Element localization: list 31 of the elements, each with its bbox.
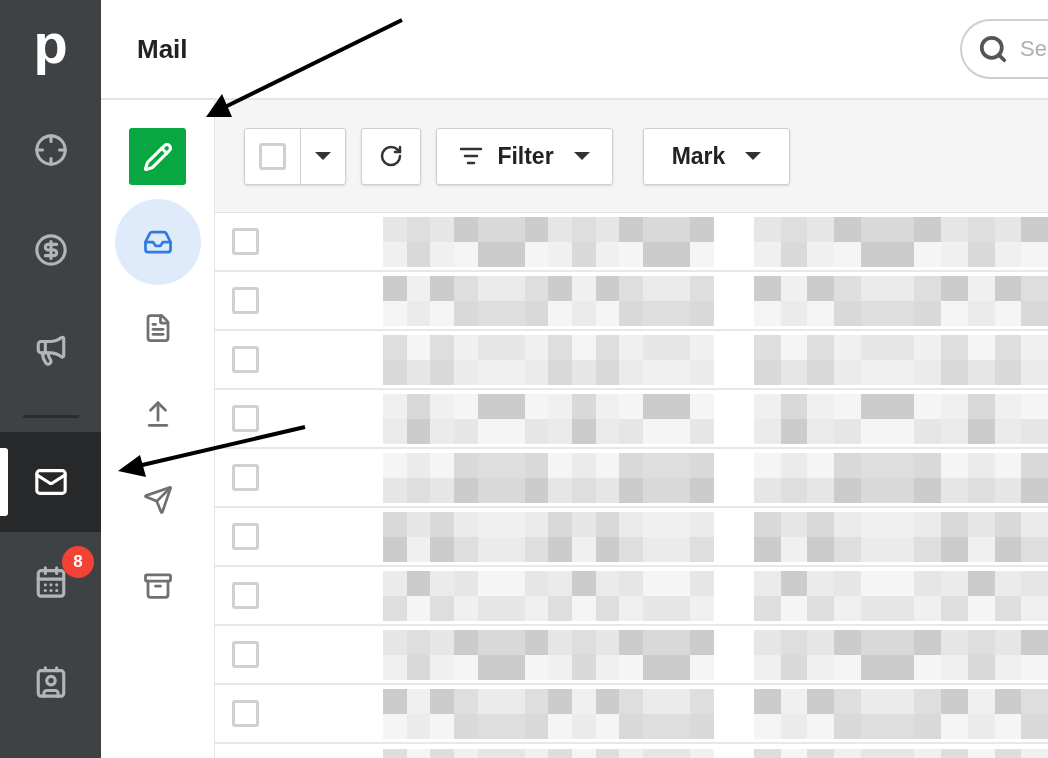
- checkbox[interactable]: [232, 346, 259, 373]
- paper-plane-icon: [142, 485, 173, 515]
- dollar-icon: [33, 233, 68, 267]
- checkbox[interactable]: [232, 582, 259, 609]
- checkbox[interactable]: [259, 142, 286, 170]
- selection-indicator: [0, 448, 8, 516]
- caret-icon: [745, 152, 762, 160]
- checkbox[interactable]: [232, 523, 259, 550]
- caret-icon: [315, 152, 331, 160]
- page-title: Mail: [137, 32, 188, 66]
- nav-item[interactable]: 8: [0, 532, 101, 632]
- refresh-button[interactable]: [361, 127, 421, 185]
- checkbox[interactable]: [232, 464, 259, 491]
- search-icon: [978, 34, 1008, 64]
- target-icon: [33, 133, 68, 167]
- archive-box-icon: [142, 571, 173, 601]
- checkbox[interactable]: [232, 641, 259, 668]
- filter-button[interactable]: Filter: [436, 127, 613, 185]
- pencil-icon: [142, 141, 173, 172]
- compose-button[interactable]: [129, 128, 186, 185]
- checkbox[interactable]: [232, 228, 259, 255]
- nav-item[interactable]: [0, 432, 101, 532]
- checkbox[interactable]: [232, 405, 259, 432]
- mark-button[interactable]: Mark: [643, 127, 790, 185]
- notification-badge: 8: [62, 546, 94, 578]
- refresh-icon: [379, 144, 403, 168]
- checkbox[interactable]: [232, 287, 259, 314]
- select-all-button[interactable]: [244, 127, 346, 185]
- search-field[interactable]: Se: [960, 19, 1048, 79]
- checkbox[interactable]: [232, 700, 259, 727]
- caret-icon: [573, 152, 590, 160]
